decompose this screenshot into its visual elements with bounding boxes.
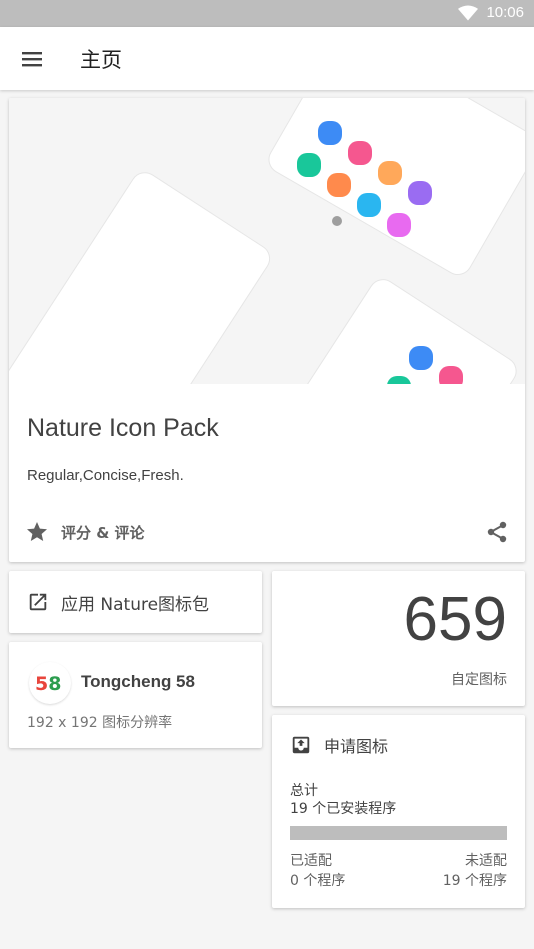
request-icons-card: 申请图标 总计 19 个已安装程序 已适配 0 个程序 未适配 19 个程序 <box>272 715 525 908</box>
page-title: 主页 <box>80 48 122 72</box>
icon-count-label: 自定图标 <box>451 672 507 688</box>
apply-icon-pack-button[interactable]: 应用 Nature图标包 <box>9 571 262 633</box>
launcher-card[interactable]: 58 Tongcheng 58 192 x 192 图标分辨率 <box>9 642 262 748</box>
app-icon-dot <box>409 346 433 370</box>
wifi-icon <box>458 5 479 20</box>
icon-resolution: 192 x 192 图标分辨率 <box>27 715 173 731</box>
total-label: 总计 <box>290 783 318 799</box>
app-bar: 主页 <box>0 27 534 90</box>
adaptation-progress-bar <box>290 826 507 840</box>
unadapted-block: 未适配 19 个程序 <box>443 851 507 891</box>
status-bar: 10:06 <box>0 0 534 27</box>
inbox-upload-icon <box>292 736 310 754</box>
adapted-block: 已适配 0 个程序 <box>290 851 345 891</box>
app-icon-dot <box>439 366 463 384</box>
app-icon-dot <box>318 121 342 145</box>
app-icon-dot <box>387 213 411 237</box>
share-button[interactable] <box>485 520 509 544</box>
app-icon-dot <box>408 181 432 205</box>
launcher-name: Tongcheng 58 <box>81 672 195 691</box>
hero-illustration <box>9 98 525 384</box>
app-icon-dot <box>378 161 402 185</box>
unadapted-label: 未适配 <box>465 853 507 869</box>
app-icon-dot <box>348 141 372 165</box>
open-in-new-icon <box>29 593 47 611</box>
app-icon-dot <box>357 193 381 217</box>
hero-card: Nature Icon Pack Regular,Concise,Fresh. … <box>9 98 525 562</box>
app-icon-dot <box>327 173 351 197</box>
request-title: 申请图标 <box>324 737 389 756</box>
share-icon <box>487 521 507 543</box>
menu-icon <box>22 52 42 67</box>
icon-count-value: 659 <box>403 585 507 654</box>
total-value: 19 个已安装程序 <box>290 801 397 817</box>
rate-review-label: 评分 & 评论 <box>61 523 145 542</box>
hero-subtitle: Regular,Concise,Fresh. <box>27 467 184 484</box>
rate-review-button[interactable]: 评分 & 评论 <box>25 520 145 544</box>
icon-count-card: 659 自定图标 <box>272 571 525 706</box>
unadapted-value: 19 个程序 <box>442 873 507 889</box>
star-icon <box>27 522 47 541</box>
logo-digit-5: 58 <box>35 673 61 693</box>
apply-label: 应用 Nature图标包 <box>61 594 210 615</box>
launcher-logo: 58 <box>29 662 71 704</box>
status-time: 10:06 <box>486 4 524 21</box>
app-icon-dot <box>297 153 321 177</box>
adapted-label: 已适配 <box>290 853 332 869</box>
request-icons-button[interactable]: 申请图标 <box>290 733 388 757</box>
hero-title: Nature Icon Pack <box>27 414 219 442</box>
menu-button[interactable] <box>18 47 46 71</box>
adapted-value: 0 个程序 <box>290 873 346 889</box>
